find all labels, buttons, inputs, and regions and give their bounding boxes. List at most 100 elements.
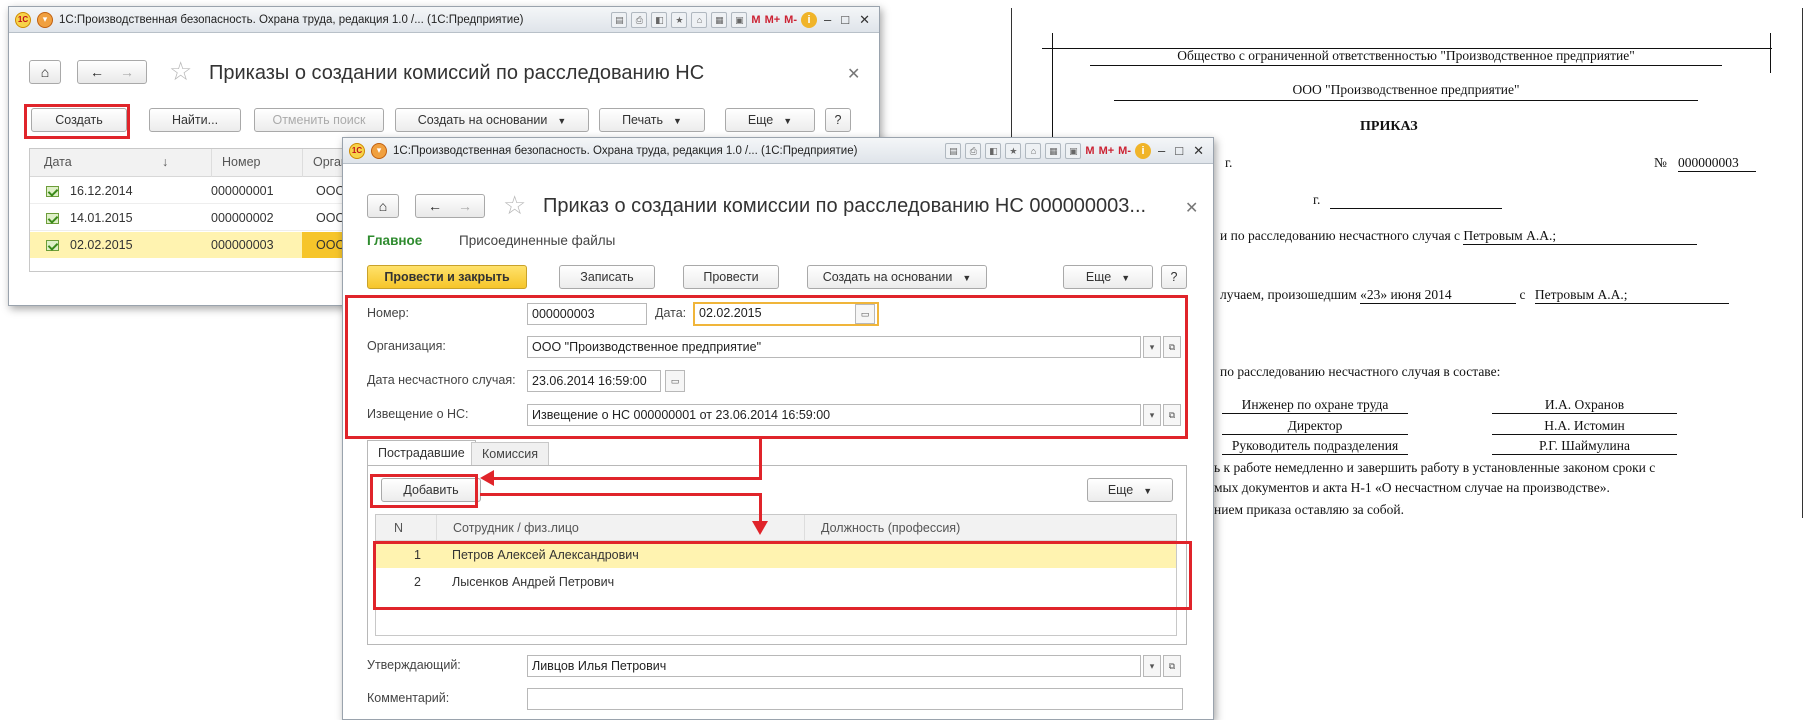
doc-heading: ПРИКАЗ [1360,119,1418,134]
posted-check-icon [46,213,59,224]
favorite-star-icon[interactable]: ☆ [503,192,526,218]
forward-arrow-icon[interactable]: → [458,198,472,214]
print-icon[interactable]: ⎙ [965,142,982,159]
memory-m-icon[interactable]: M [1085,145,1094,157]
row-date: 02.02.2015 [70,238,133,252]
doc-form-close-icon[interactable]: ✕ [1185,198,1198,218]
calendar-icon[interactable]: ▣ [731,11,748,28]
highlight-add-button [370,474,478,508]
highlight-victims-rows [373,541,1192,610]
annotation-arrow-head-icon [752,521,768,535]
help-button[interactable]: ? [1161,265,1187,289]
table-more-button[interactable]: Еще ▼ [1087,478,1173,502]
tab-victims[interactable]: Пострадавшие [367,440,476,466]
maximize-icon[interactable]: □ [838,12,852,27]
calculator-icon[interactable]: ▦ [711,11,728,28]
back-arrow-icon[interactable]: ← [428,198,442,214]
annotation-arrow-line [759,439,762,479]
app-logo-icon: 1С [349,142,365,159]
doc-line2: лучаем, произошедшим «23» июня 2014 с Пе… [1220,287,1729,304]
row-org: ООО [316,184,346,198]
main-menu-icon[interactable]: ▾ [371,142,387,159]
tool-icon[interactable]: ▤ [611,11,628,28]
print-icon[interactable]: ⎙ [631,11,648,28]
memory-mplus-icon[interactable]: M+ [1099,145,1115,157]
doc-company-short: ООО "Производственное предприятие" [1114,82,1698,101]
home-button[interactable]: ⌂ [29,60,61,84]
memory-m-icon[interactable]: M [751,14,760,26]
post-and-close-button[interactable]: Провести и закрыть [367,265,527,289]
doc-line1: и по расследованию несчастного случая с … [1220,228,1698,245]
maximize-icon[interactable]: □ [1172,143,1186,158]
post-button[interactable]: Провести [683,265,779,289]
more-label: Еще [1085,270,1112,284]
column-position[interactable]: Должность (профессия) [804,515,960,541]
find-button[interactable]: Найти... [149,108,241,132]
favorites-icon[interactable]: ★ [1005,142,1022,159]
preview-icon[interactable]: ◧ [985,142,1002,159]
history-icon[interactable]: ⌂ [691,11,708,28]
app-logo-icon: 1С [15,11,31,28]
list-window-titlebar: 1С ▾ 1С:Производственная безопасность. О… [9,7,879,33]
doc-number-label: № [1654,155,1667,170]
open-icon[interactable]: ⧉ [1163,655,1181,677]
preview-icon[interactable]: ◧ [651,11,668,28]
history-icon[interactable]: ⌂ [1025,142,1042,159]
memory-mminus-icon[interactable]: M- [1118,145,1131,157]
save-button[interactable]: Записать [559,265,655,289]
column-number[interactable]: Номер [211,149,260,177]
more-button[interactable]: Еще ▼ [1063,265,1153,289]
favorites-icon[interactable]: ★ [671,11,688,28]
back-arrow-icon[interactable]: ← [90,64,104,80]
back-forward-buttons[interactable]: ← → [77,60,147,84]
victims-table-header: N Сотрудник / физ.лицо Должность (профес… [376,515,1176,541]
doc-window-titlebar: 1С ▾ 1С:Производственная безопасность. О… [343,138,1213,164]
forward-arrow-icon[interactable]: → [120,64,134,80]
comment-field[interactable] [527,688,1183,710]
calendar-icon[interactable]: ▣ [1065,142,1082,159]
window-close-icon[interactable]: ✕ [1190,143,1207,159]
more-button[interactable]: Еще ▼ [725,108,815,132]
back-forward-buttons[interactable]: ← → [415,194,485,218]
posted-check-icon [46,240,59,251]
column-person[interactable]: Сотрудник / физ.лицо [436,515,579,541]
print-label: Печать [622,113,664,127]
info-icon[interactable]: i [801,11,817,28]
doc-line3: по расследованию несчастного случая в со… [1220,364,1501,379]
minimize-icon[interactable]: – [821,12,834,27]
calculator-icon[interactable]: ▦ [1045,142,1062,159]
column-n[interactable]: N [394,515,403,541]
doc-company-full: Общество с ограниченной ответственностью… [1090,48,1722,66]
annotation-arrow-head-icon [480,470,494,486]
doc-member-name-3: Р.Г. Шаймулина [1492,438,1677,455]
row-date: 14.01.2015 [70,211,133,225]
home-button[interactable]: ⌂ [367,194,399,218]
tab-commission[interactable]: Комиссия [471,442,550,466]
approver-field[interactable]: Ливцов Илья Петрович [527,655,1141,677]
info-icon[interactable]: i [1135,142,1151,159]
window-close-icon[interactable]: ✕ [856,12,873,28]
column-org[interactable]: Орган [302,149,348,177]
doc-line5: мых документов и акта Н-1 «О несчастном … [1214,480,1610,495]
list-window-tools: ▤ ⎙ ◧ ★ ⌂ ▦ ▣ M M+ M- i – □ ✕ [611,11,873,28]
memory-mplus-icon[interactable]: M+ [765,14,781,26]
tool-icon[interactable]: ▤ [945,142,962,159]
print-button[interactable]: Печать ▼ [599,108,705,132]
favorite-star-icon[interactable]: ☆ [169,58,192,84]
chevron-down-icon: ▼ [1121,273,1131,283]
doc-member-role-2: Директор [1222,418,1408,435]
help-button[interactable]: ? [825,108,851,132]
cancel-search-button[interactable]: Отменить поиск [254,108,384,132]
doc-form-title: Приказ о создании комиссии по расследова… [543,195,1147,217]
memory-mminus-icon[interactable]: M- [784,14,797,26]
main-menu-icon[interactable]: ▾ [37,11,53,28]
doc-city-line [1330,208,1502,209]
nav-tab-files[interactable]: Присоединенные файлы [459,233,615,248]
nav-tab-main[interactable]: Главное [367,233,422,248]
minimize-icon[interactable]: – [1155,143,1168,158]
create-based-on-button[interactable]: Создать на основании ▼ [807,265,987,289]
dropdown-arrow-icon[interactable]: ▾ [1143,655,1161,677]
column-date[interactable]: Дата [44,149,72,175]
create-based-on-button[interactable]: Создать на основании ▼ [395,108,589,132]
list-form-close-icon[interactable]: ✕ [847,64,860,84]
